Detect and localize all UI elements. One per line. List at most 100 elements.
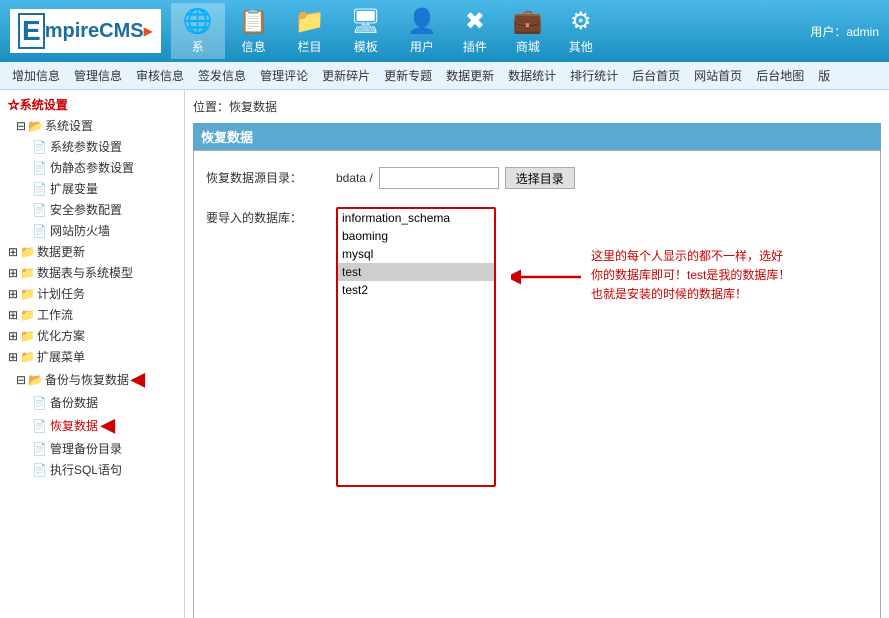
toolbar-btn-data-stats[interactable]: 数据统计 xyxy=(502,65,562,86)
sidebar-item-workflow[interactable]: ⊞ 📁 工作流 xyxy=(0,304,184,325)
main-layout: ☆ ☆系统设置 ⊟ 📂 系统设置 📄 系统参数设置 📄 伪静态参数设置 📄 xyxy=(0,90,889,618)
item-label-execute-sql: 执行SQL语句 xyxy=(50,461,122,478)
toolbar-btn-backend-map[interactable]: 后台地图 xyxy=(750,65,810,86)
db-option-baoming[interactable]: baoming xyxy=(338,227,494,245)
toolbar-btn-manage-comment[interactable]: 管理评论 xyxy=(254,65,314,86)
item-label-manage-backup: 管理备份目录 xyxy=(50,440,122,457)
item-label-static-params: 伪静态参数设置 xyxy=(50,159,134,176)
sidebar-item-firewall[interactable]: 📄 网站防火墙 xyxy=(16,220,184,241)
path-prefix: bdata / xyxy=(336,171,373,185)
folder-icon-table: 📁 xyxy=(20,266,35,280)
toolbar: 增加信息 管理信息 审核信息 签发信息 管理评论 更新碎片 更新专题 数据更新 … xyxy=(0,62,889,90)
dir-control: bdata / 选择目录 xyxy=(336,167,868,189)
toolbar-btn-backend-home[interactable]: 后台首页 xyxy=(626,65,686,86)
sidebar-item-extend-menu[interactable]: ⊞ 📁 扩展菜单 xyxy=(0,346,184,367)
sidebar-item-schedule[interactable]: ⊞ 📁 计划任务 xyxy=(0,283,184,304)
annotation-arrow-container xyxy=(511,257,591,300)
toolbar-btn-audit-info[interactable]: 审核信息 xyxy=(130,65,190,86)
logo-text: mpireCMS xyxy=(45,20,144,43)
logo-arrow: ▶ xyxy=(144,24,153,38)
item-label-restore-data: 恢复数据 xyxy=(50,417,98,434)
doc-icon-2: 📄 xyxy=(32,161,47,175)
sidebar-item-backup-restore[interactable]: ⊟ 📂 备份与恢复数据 ◀ xyxy=(8,367,184,392)
toolbar-btn-add-info[interactable]: 增加信息 xyxy=(6,65,66,86)
sidebar-group-backup: ⊟ 📂 备份与恢复数据 ◀ 📄 备份数据 📄 恢复数据 ◀ 📄 管理备份目录 xyxy=(0,367,184,480)
nav-label-shop: 商城 xyxy=(516,38,540,55)
toolbar-btn-publish-info[interactable]: 签发信息 xyxy=(192,65,252,86)
toolbar-btn-site-home[interactable]: 网站首页 xyxy=(688,65,748,86)
toolbar-btn-update-fragment[interactable]: 更新碎片 xyxy=(316,65,376,86)
db-listbox[interactable]: information_schema baoming mysql test te… xyxy=(336,207,496,487)
doc-icon-3: 📄 xyxy=(32,182,47,196)
annotation-arrow-svg xyxy=(511,257,591,297)
nav-label-info: 信息 xyxy=(242,38,266,55)
group-label-system: 系统设置 xyxy=(45,117,93,134)
plus-icon-3: ⊞ xyxy=(8,266,18,280)
item-label-security: 安全参数配置 xyxy=(50,201,122,218)
group-label-optimize: 优化方案 xyxy=(37,327,85,344)
sidebar-sub-system: 📄 系统参数设置 📄 伪静态参数设置 📄 扩展变量 📄 安全参数配置 📄 xyxy=(8,136,184,241)
toolbar-btn-data-update[interactable]: 数据更新 xyxy=(440,65,500,86)
item-label-firewall: 网站防火墙 xyxy=(50,222,110,239)
sidebar-item-system-params[interactable]: 📄 系统参数设置 xyxy=(16,136,184,157)
item-label-backup-data: 备份数据 xyxy=(50,394,98,411)
sidebar-item-static-params[interactable]: 📄 伪静态参数设置 xyxy=(16,157,184,178)
sidebar-item-data-table[interactable]: ⊞ 📁 数据表与系统模型 xyxy=(0,262,184,283)
plus-icon-4: ⊞ xyxy=(8,287,18,301)
minus-icon-backup: ⊟ xyxy=(16,373,26,387)
nav-label-template: 模板 xyxy=(354,38,378,55)
nav-item-other[interactable]: ⚙ 其他 xyxy=(557,3,605,59)
sidebar-sub-backup: 📄 备份数据 📄 恢复数据 ◀ 📄 管理备份目录 📄 执行SQL语句 xyxy=(8,392,184,480)
system-icon: 🌐 xyxy=(183,7,213,36)
folder-icon-schedule: 📁 xyxy=(20,287,35,301)
nav-label-system: 系 xyxy=(192,38,204,55)
group-label-data-update: 数据更新 xyxy=(37,243,85,260)
sidebar-section-title: ☆ ☆系统设置 xyxy=(0,94,184,115)
toolbar-btn-version[interactable]: 版 xyxy=(812,65,836,86)
sidebar-item-execute-sql[interactable]: 📄 执行SQL语句 xyxy=(16,459,184,480)
nav-item-column[interactable]: 📁 栏目 xyxy=(283,3,337,59)
nav-label-column: 栏目 xyxy=(298,38,322,55)
sidebar-item-restore-data[interactable]: 📄 恢复数据 ◀ xyxy=(16,413,184,438)
select-dir-button[interactable]: 选择目录 xyxy=(505,167,575,189)
item-label-system-params: 系统参数设置 xyxy=(50,138,122,155)
db-option-test[interactable]: test xyxy=(338,263,494,281)
form-row-db: 要导入的数据库： information_schema baoming mysq… xyxy=(206,203,868,491)
folder-icon-workflow: 📁 xyxy=(20,308,35,322)
sidebar-group-system: ⊟ 📂 系统设置 📄 系统参数设置 📄 伪静态参数设置 📄 扩展变量 xyxy=(0,115,184,241)
nav-item-template[interactable]: 🖥 模板 xyxy=(339,3,393,59)
sidebar-item-security[interactable]: 📄 安全参数配置 xyxy=(16,199,184,220)
sidebar-item-manage-backup[interactable]: 📄 管理备份目录 xyxy=(16,438,184,459)
dir-input[interactable] xyxy=(379,167,499,189)
column-icon: 📁 xyxy=(295,7,325,36)
nav-item-info[interactable]: 📋 信息 xyxy=(227,3,281,59)
logo-e: E xyxy=(18,13,45,49)
sidebar-item-optimize[interactable]: ⊞ 📁 优化方案 xyxy=(0,325,184,346)
toolbar-btn-rank-stats[interactable]: 排行统计 xyxy=(564,65,624,86)
plugin-icon: ✖ xyxy=(465,7,485,36)
sidebar-item-backup-data[interactable]: 📄 备份数据 xyxy=(16,392,184,413)
toolbar-btn-update-topic[interactable]: 更新专题 xyxy=(378,65,438,86)
group-label-schedule: 计划任务 xyxy=(37,285,85,302)
nav-item-system[interactable]: 🌐 系 xyxy=(171,3,225,59)
sidebar-item-data-update[interactable]: ⊞ 📁 数据更新 xyxy=(0,241,184,262)
plus-icon-7: ⊞ xyxy=(8,350,18,364)
dir-label: 恢复数据源目录： xyxy=(206,167,336,186)
db-option-mysql[interactable]: mysql xyxy=(338,245,494,263)
toolbar-btn-manage-info[interactable]: 管理信息 xyxy=(68,65,128,86)
arrow-backup: ◀ xyxy=(131,369,145,390)
nav-item-user[interactable]: 👤 用户 xyxy=(395,3,449,59)
nav-item-shop[interactable]: 💼 商城 xyxy=(501,3,555,59)
db-option-info[interactable]: information_schema xyxy=(338,209,494,227)
group-label-backup: 备份与恢复数据 xyxy=(45,371,129,388)
sidebar-item-system-settings[interactable]: ⊟ 📂 系统设置 xyxy=(8,115,184,136)
nav-label-user: 用户 xyxy=(410,38,434,55)
group-label-extend-menu: 扩展菜单 xyxy=(37,348,85,365)
doc-icon-manage: 📄 xyxy=(32,442,47,456)
sidebar-item-extend-vars[interactable]: 📄 扩展变量 xyxy=(16,178,184,199)
db-option-test2[interactable]: test2 xyxy=(338,281,494,299)
nav-item-plugin[interactable]: ✖ 插件 xyxy=(451,3,499,59)
plus-icon-5: ⊞ xyxy=(8,308,18,322)
doc-icon-backup: 📄 xyxy=(32,396,47,410)
annotation-container: 这里的每个人显示的都不一样，选好你的数据库即可！test是我的数据库！也就是安装… xyxy=(511,247,791,305)
